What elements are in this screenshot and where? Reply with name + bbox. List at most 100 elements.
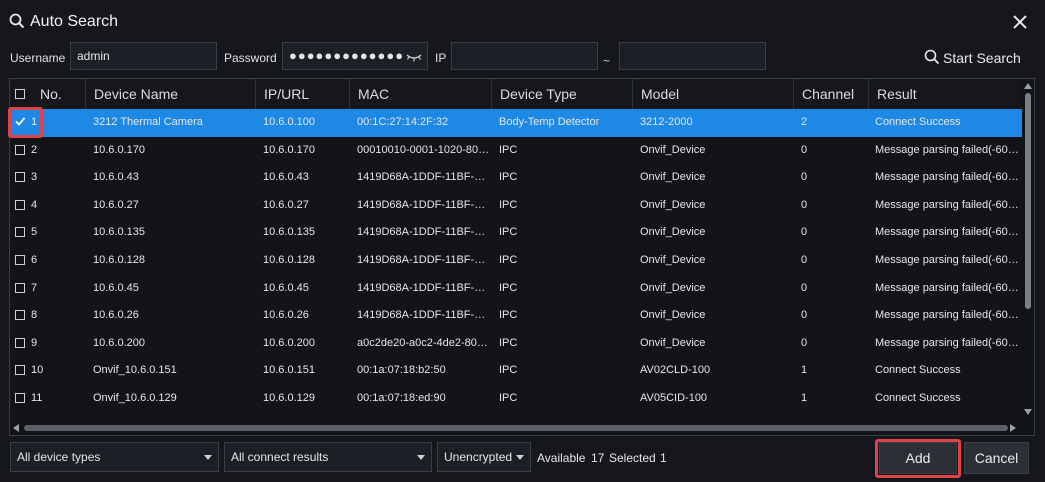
cell-device-type: IPC [499,171,518,184]
hide-password-icon[interactable] [405,51,423,63]
table-row[interactable]: 10 Onvif_10.6.0.151 10.6.0.151 00:1a:07:18:… [10,357,1022,385]
row-checkbox[interactable] [15,337,25,348]
cell-no: 10 [31,364,44,377]
cell-no: 4 [31,198,38,211]
scroll-up-arrow[interactable] [1024,83,1032,89]
table-row[interactable]: 5 10.6.0.135 10.6.0.135 1419D68A-1DDF-11BF-… [10,219,1022,247]
row-checkbox[interactable] [15,393,25,403]
cell-model: Onvif_Device [640,198,706,211]
header-model[interactable]: Model [632,79,793,109]
table-row[interactable]: 12 Onvif_10.6.0.99 10.6.0.99 00:1a:07:18:61… [10,413,1022,421]
cell-device-name: 3212 Thermal Camera [93,116,203,128]
cell-mac: 00:1a:07:18:ed:90 [357,392,446,404]
table-row[interactable]: 6 10.6.0.128 10.6.0.128 1419D68A-1DDF-11BF-… [10,247,1022,275]
cell-result: Connect Success [875,364,961,377]
cell-model: Onvif_Device [640,143,706,156]
cell-channel: 0 [801,254,808,266]
cell-device-type: IPC [499,226,518,239]
row-checkbox[interactable] [15,255,25,265]
table-row[interactable]: 8 10.6.0.26 10.6.0.26 1419D68A-1DDF-11BF-A1… [10,302,1022,330]
table-row[interactable]: 1 3212 Thermal Camera 10.6.0.100 00:1C:27:1… [10,109,1022,137]
cell-device-name: 10.6.0.26 [93,309,139,322]
cell-device-name: 10.6.0.170 [93,143,145,156]
select-all-checkbox[interactable] [15,89,25,99]
cancel-button[interactable]: Cancel [964,442,1029,474]
add-button[interactable]: Add [879,442,957,474]
vertical-scrollbar[interactable] [1022,79,1034,421]
cell-mac: 1419D68A-1DDF-11BF-A1... [357,171,491,184]
cell-channel: 2 [801,116,808,128]
table-row[interactable]: 4 10.6.0.27 10.6.0.27 1419D68A-1DDF-11BF-A1… [10,192,1022,220]
cell-device-type: IPC [499,198,518,211]
table-row[interactable]: 3 10.6.0.43 10.6.0.43 1419D68A-1DDF-11BF-A1… [10,164,1022,192]
cell-channel: 1 [801,392,808,404]
cell-mac: 1419D68A-1DDF-11BF-A1... [357,198,491,211]
cell-ip-url: 10.6.0.27 [263,198,309,211]
ip-to-input[interactable] [619,42,766,70]
cell-model: AV05CID-100 [640,392,708,404]
header-no[interactable]: No. [10,79,85,109]
username-input[interactable] [70,42,217,70]
cell-channel: 0 [801,281,808,294]
result-filter[interactable]: All connect results [224,442,432,472]
horizontal-scrollbar[interactable] [10,421,1022,435]
cell-device-name: 10.6.0.45 [93,281,139,294]
row-checkbox[interactable] [15,117,26,127]
row-checkbox[interactable] [15,310,25,321]
cell-result: Message parsing failed(-6048) [875,281,1022,294]
search-toolbar: Username Password ●●●●●●●●●●●●● IP ~ Sta… [0,42,1045,74]
cell-no: 3 [31,171,38,184]
row-checkbox[interactable] [15,282,25,293]
cell-mac: 00:1C:27:14:2F:32 [357,116,449,128]
encryption-filter[interactable]: Unencrypted [437,442,531,472]
cell-model: Onvif_Device [640,336,706,349]
cell-result: Message parsing failed(-6048) [875,336,1022,349]
cell-mac: 1419D68A-1DDF-11BF-A1... [357,254,491,266]
scroll-left-arrow[interactable] [13,424,19,432]
cell-mac: 1419D68A-1DDF-11BF-A1... [357,226,491,239]
header-device-type[interactable]: Device Type [491,79,632,109]
vertical-scroll-thumb[interactable] [1025,93,1031,309]
scroll-down-arrow[interactable] [1024,409,1032,415]
table-row[interactable]: 9 10.6.0.200 10.6.0.200 a0c2de20-a0c2-4de2-… [10,330,1022,358]
cell-ip-url: 10.6.0.151 [263,364,315,377]
cell-no: 5 [31,226,38,239]
footer: All device types All connect results Une… [0,438,1045,482]
header-mac[interactable]: MAC [349,79,491,109]
header-channel[interactable]: Channel [793,79,868,109]
cell-result: Message parsing failed(-6048) [875,171,1022,184]
cell-no: 12 [31,413,43,421]
table-row[interactable]: 2 10.6.0.170 10.6.0.170 00010010-0001-1020-… [10,137,1022,165]
table-row[interactable]: 7 10.6.0.45 10.6.0.45 1419D68A-1DDF-11BF-A1… [10,275,1022,303]
cell-mac: a0c2de20-a0c2-4de2-8011... [357,336,491,349]
row-checkbox[interactable] [15,199,25,210]
cell-result: Connect Success [875,413,1022,421]
cell-channel: 0 [801,309,808,322]
cell-model: AV02CID-100 [640,413,791,421]
cell-channel: 0 [801,143,808,156]
cell-mac: 1419D68A-1DDF-11BF-A1... [357,309,491,322]
scroll-right-arrow[interactable] [1010,424,1016,432]
header-ip-url[interactable]: IP/URL [255,79,349,109]
header-label: No. [40,86,62,102]
cell-device-name: Onvif_10.6.0.129 [93,392,177,404]
cell-model: Onvif_Device [640,226,706,239]
device-type-filter[interactable]: All device types [10,442,219,472]
cell-device-name: 10.6.0.128 [93,254,145,266]
horizontal-scroll-thumb[interactable] [24,425,1008,431]
row-checkbox[interactable] [15,365,25,376]
ip-from-input[interactable] [451,42,598,70]
cell-device-name: Onvif_10.6.0.151 [93,364,177,377]
close-icon[interactable] [1011,13,1029,31]
row-checkbox[interactable] [15,227,25,238]
row-checkbox[interactable] [15,172,25,183]
available-label: Available [537,451,586,465]
cell-result: Message parsing failed(-6048) [875,143,1022,156]
cell-no: 1 [31,116,38,128]
cell-no: 6 [31,254,38,266]
table-row[interactable]: 11 Onvif_10.6.0.129 10.6.0.129 00:1a:07:18:… [10,385,1022,413]
cell-no: 9 [31,336,38,349]
header-result[interactable]: Result [868,79,1022,109]
header-device-name[interactable]: Device Name [85,79,255,109]
row-checkbox[interactable] [15,144,25,155]
